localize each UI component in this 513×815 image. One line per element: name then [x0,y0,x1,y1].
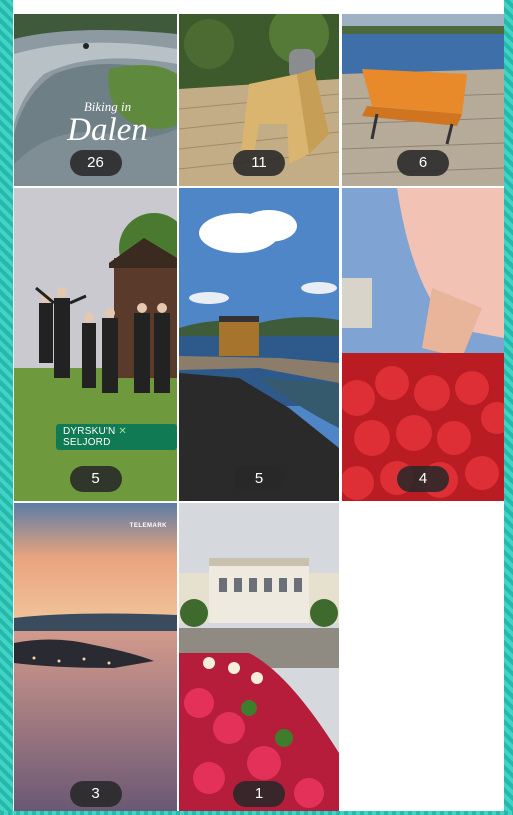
media-count-badge: 1 [233,781,285,807]
location-chip: DYRSKU'N ✕ SELJORD [56,424,177,450]
media-count-badge: 3 [69,781,122,807]
highlight-tile-lake-sauna[interactable]: 5 [179,188,339,501]
top-strip [13,0,504,14]
media-count-badge: 6 [397,150,449,176]
highlight-thumbnail [179,503,339,811]
chip-label-left: DYRSKU'N [63,426,116,437]
highlight-thumbnail [14,188,177,501]
right-border [504,0,513,815]
highlight-tile-orange-bench[interactable]: 6 [342,14,504,186]
highlight-thumbnail [179,188,339,501]
chip-label-right: SELJORD [63,437,111,448]
highlight-thumbnail [342,188,504,501]
media-count-badge: 26 [69,150,122,176]
media-count-badge: 4 [397,466,449,492]
media-count-badge: 11 [233,150,285,176]
left-border [0,0,13,815]
highlight-tile-sunset-harbor[interactable]: TELEMARK 3 [14,503,177,811]
highlight-tile-apples[interactable]: 4 [342,188,504,501]
highlight-tile-town-square[interactable]: 1 [179,503,339,811]
bottom-border [0,811,513,815]
media-count-badge: 5 [233,466,285,492]
media-count-badge: 5 [69,466,122,492]
watermark-telemark: TELEMARK [129,523,167,529]
highlight-tile-deck-chair[interactable]: 11 [179,14,339,186]
tile-title-big: Dalen [67,112,148,148]
highlight-thumbnail [14,503,177,811]
highlight-tile-seljord-dancers[interactable]: DYRSKU'N ✕ SELJORD 5 [14,188,177,501]
highlight-tile-biking-dalen[interactable]: Biking in Dalen 26 [14,14,177,186]
